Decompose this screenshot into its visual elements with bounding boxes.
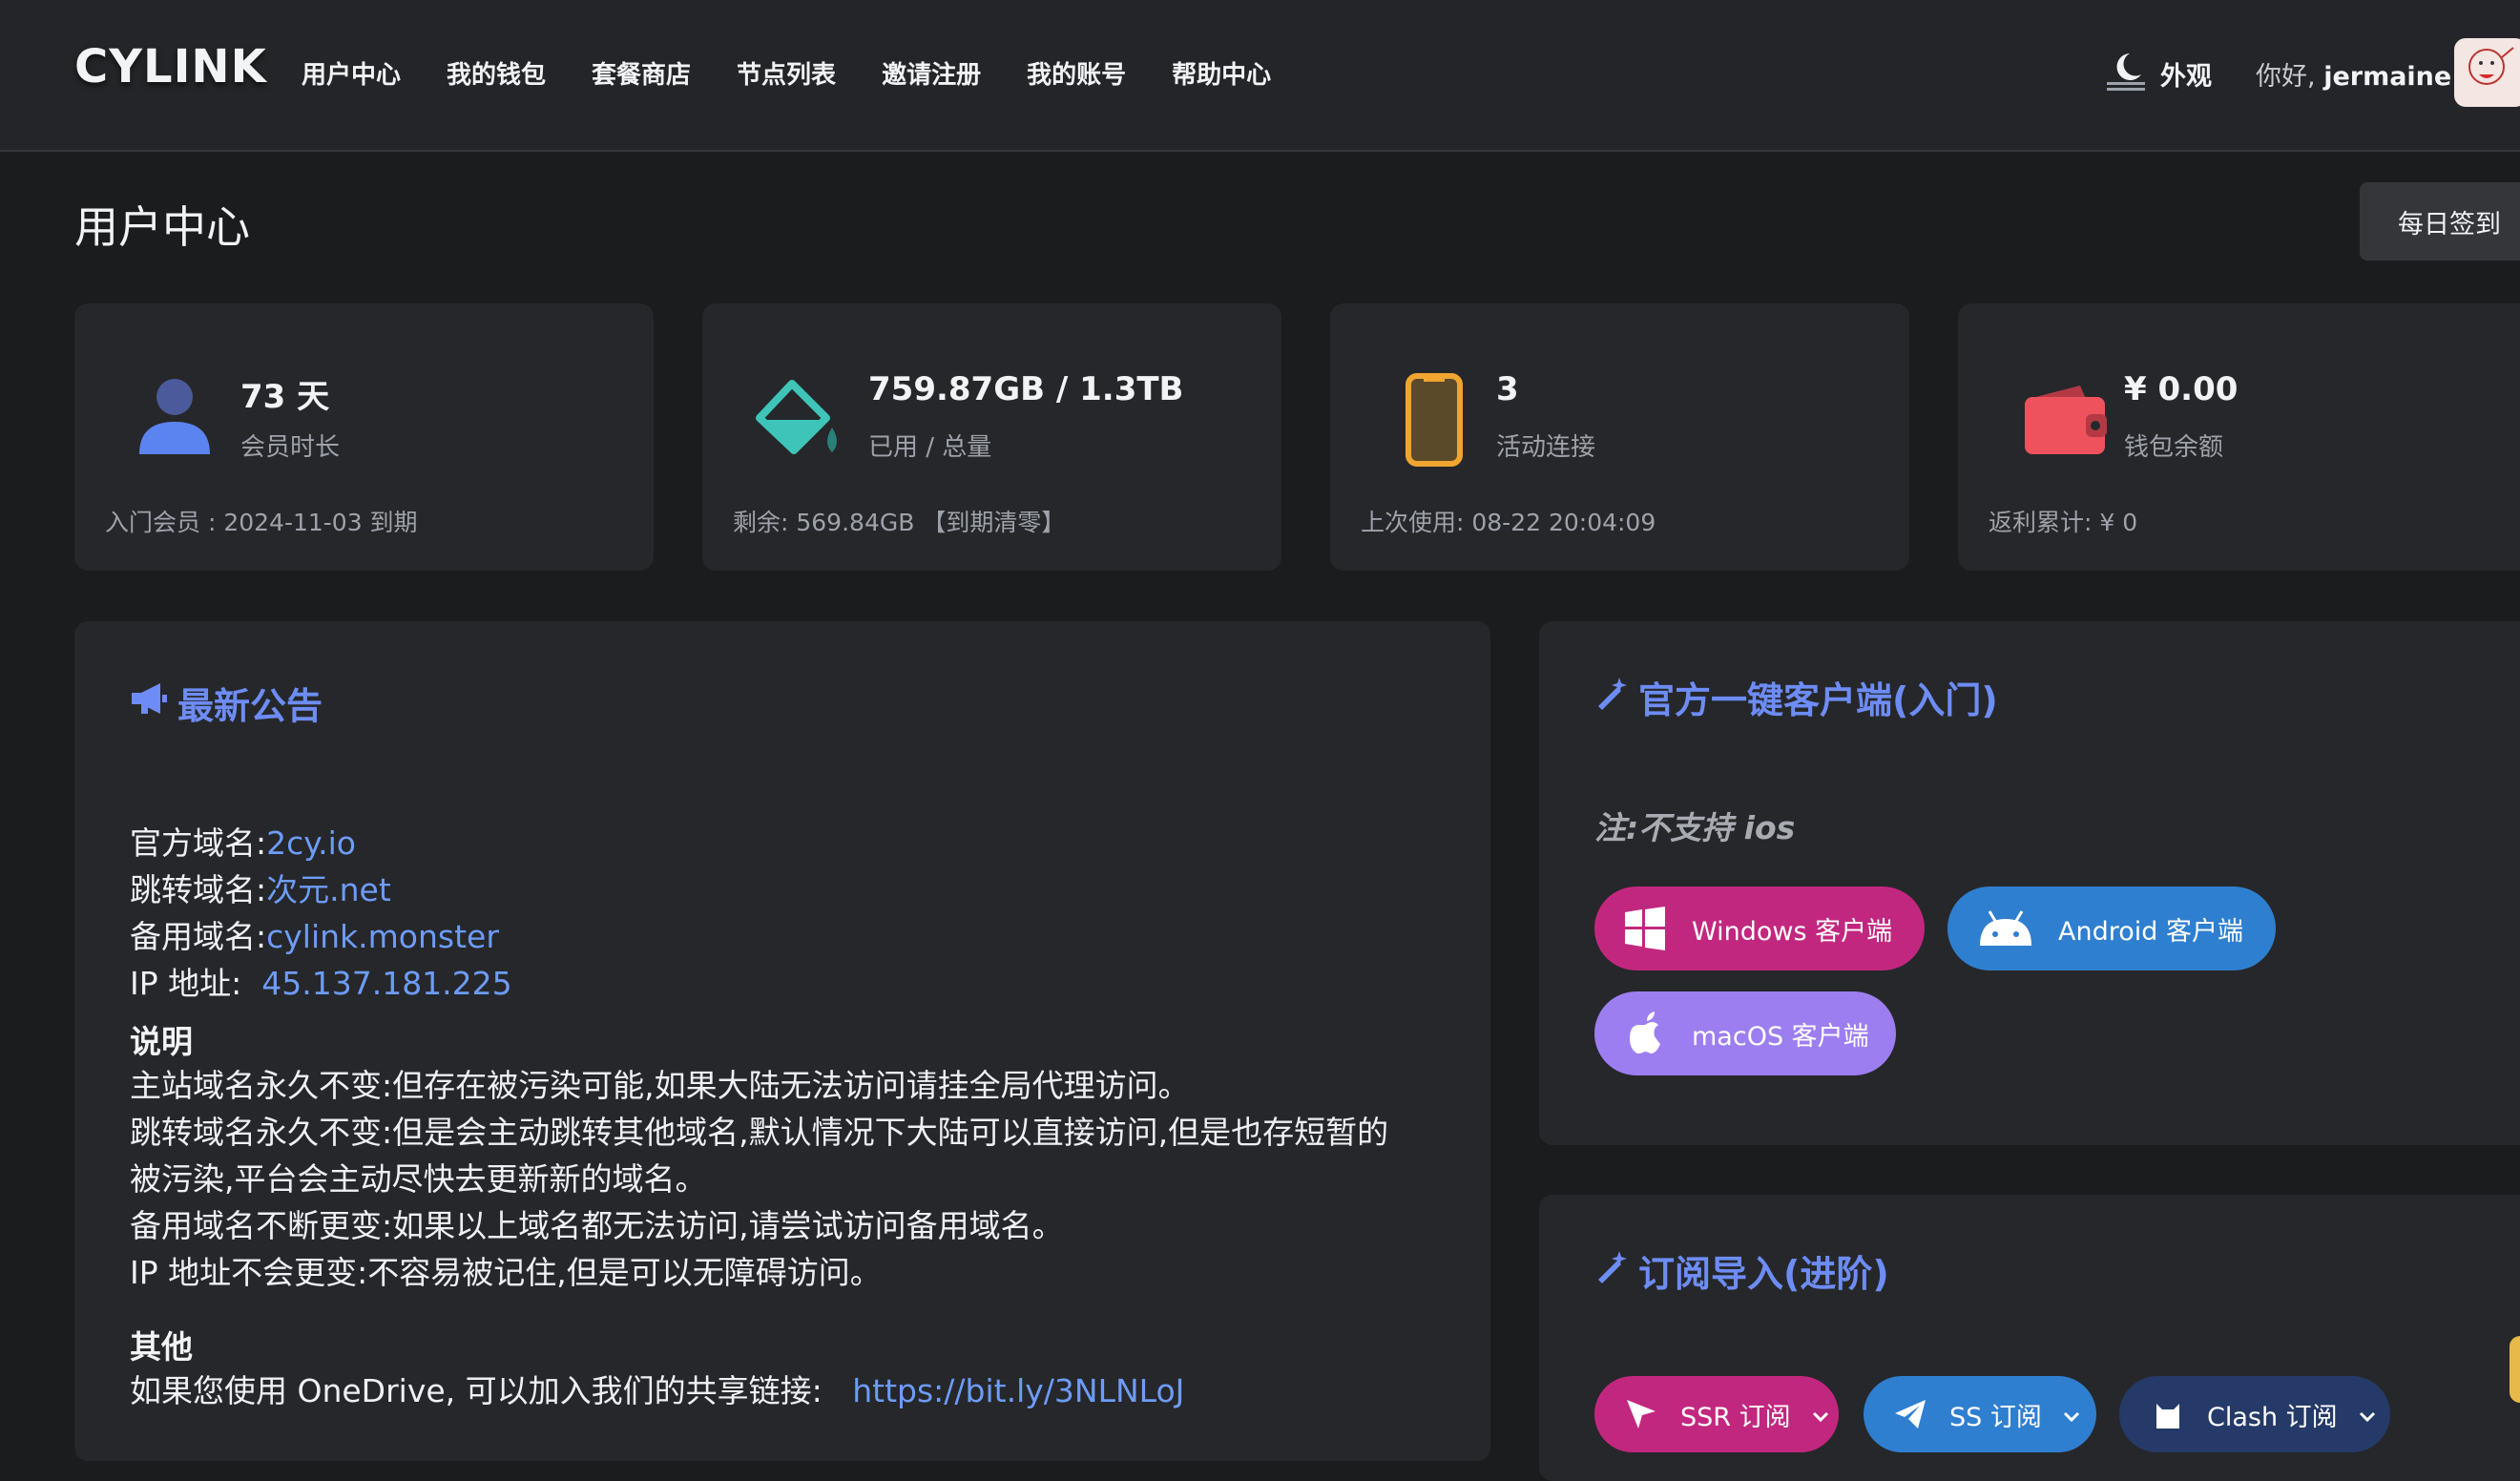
subscribe-panel-title: 订阅导入(进阶)	[1594, 1244, 1889, 1297]
user-icon	[132, 366, 218, 471]
explain-line: 备用域名不断更变:如果以上域名都无法访问,请尝试访问备用域名。	[130, 1207, 1064, 1244]
windows-client-button[interactable]: Windows 客户端	[1594, 887, 1925, 970]
cat-icon	[2144, 1390, 2192, 1438]
explain-line: 被污染,平台会主动尽快去更新新的域名。	[130, 1160, 707, 1198]
windows-icon	[1621, 905, 1669, 952]
ss-subscribe-button[interactable]: SS 订阅	[1864, 1376, 2096, 1452]
stat-value: 3	[1496, 370, 1519, 408]
wallet-card: ¥ 0.00 钱包余额 返利累计: ¥ 0	[1958, 303, 2520, 571]
client-download-panel: 官方一键客户端(入门) 注:不支持 ios Windows 客户端 Androi…	[1539, 621, 2520, 1145]
nav-node-list[interactable]: 节点列表	[737, 55, 836, 91]
moon-icon	[2105, 50, 2147, 97]
explain-heading: 说明	[130, 1023, 193, 1060]
traffic-card: 759.87GB / 1.3TB 已用 / 总量 剩余: 569.84GB 【到…	[702, 303, 1281, 571]
nav-user-center[interactable]: 用户中心	[302, 55, 401, 91]
announcement-panel: 最新公告 官方域名:2cy.io 跳转域名:次元.net 备用域名:cylink…	[74, 621, 1490, 1461]
stat-footnote: 剩余: 569.84GB 【到期清零】	[733, 509, 1066, 536]
client-panel-title: 官方一键客户端(入门)	[1594, 671, 1998, 723]
explain-line: 主站域名永久不变:但存在被污染可能,如果大陆无法访问请挂全局代理访问。	[130, 1067, 1190, 1104]
clash-subscribe-label: Clash 订阅	[2207, 1402, 2338, 1432]
explain-line: 跳转域名永久不变:但是会主动跳转其他域名,默认情况下大陆可以直接访问,但是也存短…	[130, 1114, 1389, 1151]
other-text-label: 如果您使用 OneDrive, 可以加入我们的共享链接:	[130, 1372, 823, 1409]
domain-label: IP 地址:	[130, 965, 252, 1002]
domain-row: IP 地址: 45.137.181.225	[130, 960, 512, 1007]
subscription-import-panel: 订阅导入(进阶) SSR 订阅 SS 订阅 Clash 订阅	[1539, 1195, 2520, 1481]
domain-link[interactable]: 45.137.181.225	[261, 965, 511, 1002]
stat-value: ¥ 0.00	[2124, 370, 2239, 408]
ssr-subscribe-label: SSR 订阅	[1680, 1402, 1791, 1432]
nav-account[interactable]: 我的账号	[1027, 55, 1126, 91]
domain-list: 官方域名:2cy.io 跳转域名:次元.net 备用域名:cylink.mons…	[130, 820, 512, 1007]
client-panel-title-text: 官方一键客户端(入门)	[1638, 679, 1998, 721]
ios-note: 注:不支持 ios	[1594, 809, 1796, 846]
stat-label: 活动连接	[1496, 433, 1596, 462]
megaphone-icon	[130, 681, 168, 724]
username: jermaine	[2323, 62, 2452, 92]
nav-invite[interactable]: 邀请注册	[882, 55, 981, 91]
explain-text: 主站域名永久不变:但存在被污染可能,如果大陆无法访问请挂全局代理访问。 跳转域名…	[130, 1062, 1485, 1296]
android-icon	[1976, 905, 2035, 952]
domain-link[interactable]: 次元.net	[266, 871, 391, 908]
ssr-subscribe-button[interactable]: SSR 订阅	[1594, 1376, 1839, 1452]
floating-help-button[interactable]	[2510, 1336, 2520, 1403]
phone-icon	[1387, 366, 1473, 471]
chevron-down-icon	[2063, 1400, 2080, 1429]
other-text: 如果您使用 OneDrive, 可以加入我们的共享链接: https://bit…	[130, 1367, 1485, 1414]
onedrive-share-link[interactable]: https://bit.ly/3NLNLoJ	[852, 1372, 1184, 1409]
greeting-prefix: 你好,	[2256, 62, 2316, 92]
domain-label: 跳转域名:	[130, 871, 267, 908]
membership-card: 73 天 会员时长 入门会员 : 2024-11-03 到期	[74, 303, 654, 571]
nav-shop[interactable]: 套餐商店	[592, 55, 691, 91]
paint-bucket-icon	[752, 366, 847, 471]
domain-label: 官方域名:	[130, 824, 267, 862]
nav-wallet[interactable]: 我的钱包	[447, 55, 546, 91]
stat-footnote: 上次使用: 08-22 20:04:09	[1361, 509, 1656, 536]
domain-row: 备用域名:cylink.monster	[130, 913, 512, 960]
page-title: 用户中心	[74, 201, 250, 253]
android-client-button[interactable]: Android 客户端	[1947, 887, 2276, 970]
connections-card: 3 活动连接 上次使用: 08-22 20:04:09	[1330, 303, 1909, 571]
announcement-title-text: 最新公告	[177, 685, 323, 727]
user-greeting[interactable]: 你好, jermaine	[2256, 55, 2451, 93]
windows-client-label: Windows 客户端	[1692, 916, 1893, 947]
explain-line: IP 地址不会更变:不容易被记住,但是可以无障碍访问。	[130, 1254, 882, 1291]
daily-checkin-button[interactable]: 每日签到	[2360, 182, 2520, 261]
ss-subscribe-label: SS 订阅	[1949, 1402, 2042, 1432]
chevron-down-icon	[2359, 1400, 2376, 1429]
wallet-icon	[2015, 366, 2111, 471]
subscribe-panel-title-text: 订阅导入(进阶)	[1638, 1253, 1889, 1295]
domain-row: 跳转域名:次元.net	[130, 866, 512, 913]
android-client-label: Android 客户端	[2058, 916, 2243, 947]
domain-label: 备用域名:	[130, 918, 267, 955]
paper-plane-icon	[1886, 1390, 1934, 1438]
stat-value: 73 天	[240, 378, 330, 416]
clash-subscribe-button[interactable]: Clash 订阅	[2119, 1376, 2390, 1452]
logo[interactable]: CYLINK	[74, 40, 267, 94]
avatar[interactable]	[2454, 38, 2520, 107]
stat-footnote: 入门会员 : 2024-11-03 到期	[105, 509, 418, 536]
appearance-toggle[interactable]: 外观	[2105, 50, 2212, 97]
other-heading: 其他	[130, 1328, 193, 1366]
nav-help[interactable]: 帮助中心	[1172, 55, 1271, 91]
stat-value: 759.87GB / 1.3TB	[868, 370, 1184, 408]
stat-label: 钱包余额	[2124, 433, 2224, 462]
domain-link[interactable]: cylink.monster	[266, 918, 499, 955]
magic-wand-icon	[1594, 1249, 1629, 1292]
stat-footnote: 返利累计: ¥ 0	[1989, 509, 2138, 536]
cursor-icon	[1617, 1390, 1665, 1438]
stat-label: 已用 / 总量	[868, 433, 992, 462]
stat-label: 会员时长	[240, 433, 341, 462]
macos-client-label: macOS 客户端	[1692, 1021, 1869, 1052]
domain-link[interactable]: 2cy.io	[266, 824, 356, 862]
macos-client-button[interactable]: macOS 客户端	[1594, 991, 1896, 1075]
magic-wand-icon	[1594, 676, 1629, 719]
chevron-down-icon	[1812, 1400, 1829, 1429]
domain-row: 官方域名:2cy.io	[130, 820, 512, 866]
apple-icon	[1621, 1010, 1669, 1057]
top-navbar: CYLINK 用户中心 我的钱包 套餐商店 节点列表 邀请注册 我的账号 帮助中…	[0, 0, 2520, 152]
main-nav: 用户中心 我的钱包 套餐商店 节点列表 邀请注册 我的账号 帮助中心	[302, 55, 1271, 91]
appearance-label: 外观	[2160, 61, 2212, 92]
announcement-title: 最新公告	[130, 677, 323, 729]
